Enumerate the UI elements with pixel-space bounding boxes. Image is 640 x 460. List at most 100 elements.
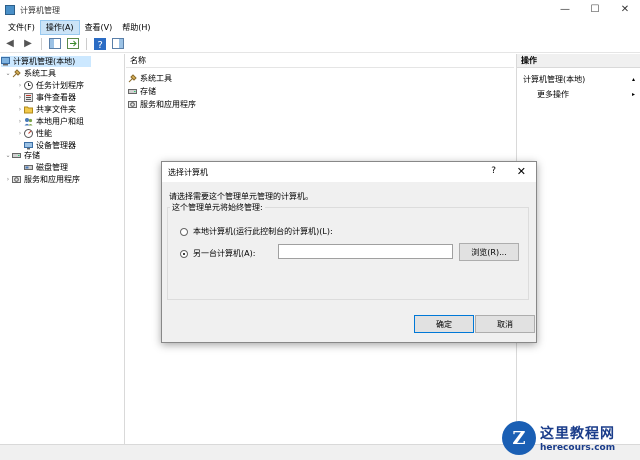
dialog-title-bar: 选择计算机 ? ✕ — [162, 162, 536, 182]
storage-icon — [12, 151, 21, 160]
performance-icon — [24, 129, 33, 138]
system-tools-icon — [128, 73, 137, 83]
console-tree: 计算机管理(本地) ⌄ 系统工具 › 任务计划程序 › 事件查看器 › 共享文件… — [0, 54, 125, 444]
list-item-label: 存储 — [140, 86, 156, 96]
list-item-label: 系统工具 — [140, 73, 172, 83]
menu-action[interactable]: 操作(A) — [39, 20, 80, 35]
action-group-computer-management[interactable]: 计算机管理(本地) ▴ — [517, 72, 640, 86]
dialog-close-button[interactable]: ✕ — [517, 165, 526, 178]
action-more-actions[interactable]: 更多操作 ▸ — [517, 87, 640, 101]
menu-view[interactable]: 查看(V) — [80, 21, 118, 34]
minimize-button[interactable]: — — [550, 0, 580, 20]
collapse-chevron-icon[interactable]: ⌄ — [4, 70, 12, 77]
clock-icon — [24, 81, 33, 90]
expand-chevron-icon[interactable]: › — [16, 118, 24, 125]
group-label: 这个管理单元将始终管理: — [170, 202, 265, 213]
tree-item-task-scheduler[interactable]: › 任务计划程序 — [16, 80, 84, 91]
expand-chevron-icon[interactable]: › — [16, 106, 24, 113]
tree-item-label: 设备管理器 — [36, 141, 76, 150]
list-item[interactable]: 服务和应用程序 — [128, 98, 196, 110]
watermark-logo: Z — [502, 421, 536, 455]
collapse-arrow-icon[interactable]: ▴ — [632, 76, 635, 83]
title-bar: 计算机管理 — ☐ ✕ — [0, 0, 640, 20]
action-item-label: 更多操作 — [537, 89, 569, 99]
browse-button[interactable]: 浏览(R)... — [459, 243, 519, 261]
tree-item-label: 磁盘管理 — [36, 163, 68, 172]
tree-item-local-users-groups[interactable]: › 本地用户和组 — [16, 116, 84, 127]
toolbar-divider — [41, 37, 42, 50]
ok-button[interactable]: 确定 — [414, 315, 474, 333]
toolbar: ◀ ▶ ? — [0, 35, 640, 53]
window-title: 计算机管理 — [20, 5, 60, 15]
forward-button[interactable]: ▶ — [21, 37, 35, 51]
watermark-url: herecours.com — [540, 443, 616, 453]
action-pane-header: 操作 — [517, 54, 640, 68]
radio-label: 另一台计算机(A): — [193, 249, 256, 258]
radio-button[interactable] — [180, 227, 188, 236]
column-header-name[interactable]: 名称 — [126, 54, 514, 68]
tree-item-label: 本地用户和组 — [36, 117, 84, 126]
tree-item-label: 存储 — [24, 151, 40, 160]
menu-bar: 文件(F) 操作(A) 查看(V) 帮助(H) — [0, 20, 640, 35]
services-icon — [128, 100, 137, 109]
device-manager-icon — [24, 141, 33, 150]
show-hide-tree-icon[interactable] — [48, 37, 62, 51]
system-tools-icon — [12, 69, 21, 78]
expand-chevron-icon[interactable]: › — [16, 94, 24, 101]
collapse-chevron-icon[interactable]: ⌄ — [4, 152, 12, 159]
tree-item-event-viewer[interactable]: › 事件查看器 — [16, 92, 76, 103]
export-list-icon[interactable] — [66, 37, 80, 51]
menu-file[interactable]: 文件(F) — [3, 21, 40, 34]
cancel-button[interactable]: 取消 — [475, 315, 535, 333]
tree-item-label: 事件查看器 — [36, 93, 76, 102]
tree-item-services-applications[interactable]: › 服务和应用程序 — [4, 174, 80, 185]
maximize-button[interactable]: ☐ — [580, 0, 610, 20]
site-watermark: Z 这里教程网 herecours.com — [502, 418, 638, 458]
list-item-label: 服务和应用程序 — [140, 99, 196, 109]
tree-item-system-tools[interactable]: ⌄ 系统工具 — [4, 68, 56, 79]
event-viewer-icon — [24, 93, 33, 102]
tree-item-label: 共享文件夹 — [36, 105, 76, 114]
tree-item-performance[interactable]: › 性能 — [16, 128, 52, 139]
tree-item-storage[interactable]: ⌄ 存储 — [4, 150, 40, 161]
dialog-title: 选择计算机 — [168, 167, 208, 177]
tree-item-computer-management[interactable]: 计算机管理(本地) — [1, 56, 91, 67]
computer-icon — [1, 57, 10, 66]
disk-management-icon — [24, 163, 33, 172]
dialog-help-button[interactable]: ? — [491, 166, 496, 176]
expand-chevron-icon[interactable]: › — [16, 130, 24, 137]
services-icon — [12, 175, 21, 184]
tree-item-disk-management[interactable]: 磁盘管理 — [16, 162, 68, 173]
tree-item-label: 任务计划程序 — [36, 81, 84, 90]
expand-chevron-icon[interactable]: › — [16, 82, 24, 89]
help-icon[interactable]: ? — [93, 37, 107, 51]
computer-management-icon — [5, 5, 15, 15]
radio-button-selected[interactable] — [180, 249, 188, 258]
tree-item-shared-folders[interactable]: › 共享文件夹 — [16, 104, 76, 115]
back-button[interactable]: ◀ — [3, 37, 17, 51]
expand-chevron-icon[interactable]: › — [4, 176, 12, 183]
action-group-label: 计算机管理(本地) — [523, 74, 586, 84]
storage-icon — [128, 87, 137, 96]
tree-item-label: 性能 — [36, 129, 52, 138]
radio-local-computer[interactable]: 本地计算机(运行此控制台的计算机)(L): — [180, 226, 333, 237]
menu-help[interactable]: 帮助(H) — [117, 21, 155, 34]
dialog-description: 请选择需要这个管理单元管理的计算机。 — [169, 192, 313, 201]
close-button[interactable]: ✕ — [610, 0, 640, 20]
show-action-pane-icon[interactable] — [111, 37, 125, 51]
tree-item-label: 系统工具 — [24, 69, 56, 78]
radio-another-computer[interactable]: 另一台计算机(A): — [180, 248, 255, 259]
radio-label: 本地计算机(运行此控制台的计算机)(L): — [193, 227, 333, 236]
svg-text:?: ? — [98, 40, 103, 50]
shared-folder-icon — [24, 105, 33, 114]
toolbar-divider — [86, 37, 87, 50]
select-computer-dialog: 选择计算机 ? ✕ 请选择需要这个管理单元管理的计算机。 这个管理单元将始终管理… — [161, 161, 537, 343]
submenu-arrow-icon[interactable]: ▸ — [632, 91, 635, 98]
tree-item-label: 计算机管理(本地) — [13, 57, 76, 66]
another-computer-input[interactable] — [278, 244, 453, 259]
users-icon — [24, 117, 33, 126]
tree-item-label: 服务和应用程序 — [24, 175, 80, 184]
list-item[interactable]: 存储 — [128, 85, 156, 97]
list-item[interactable]: 系统工具 — [128, 72, 172, 84]
watermark-name: 这里教程网 — [540, 426, 615, 442]
